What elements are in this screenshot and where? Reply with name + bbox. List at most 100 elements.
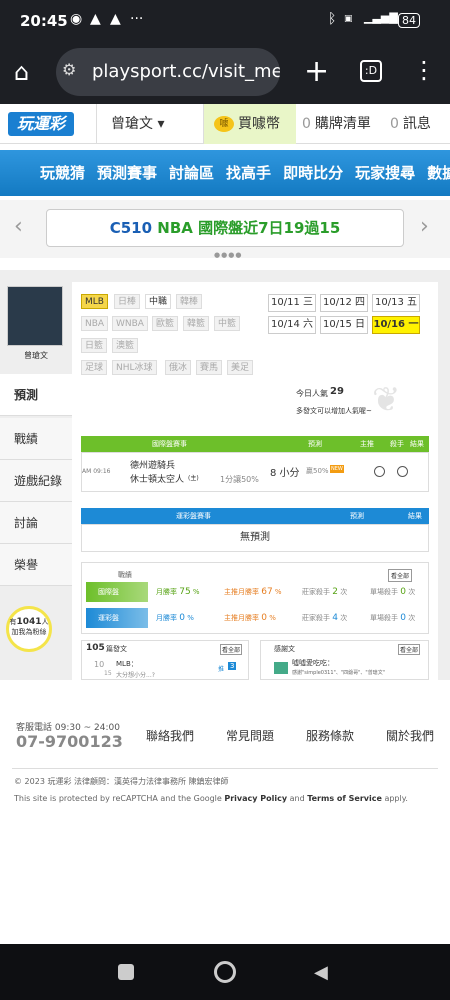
league-tag[interactable]: 日籃 [81, 338, 108, 353]
tw-single-val: 0 [400, 613, 406, 623]
intl-single-label: 單場殺手 [370, 588, 398, 596]
date-tab[interactable]: 10/11 三 [268, 294, 316, 312]
post-num: 10 [94, 660, 105, 669]
slider-dots: ●●●● [214, 251, 243, 259]
tw-record-label: 運彩盤 [98, 614, 119, 622]
menu-icon[interactable]: ⋮ [412, 56, 436, 84]
date-tab[interactable]: 10/15 日 [320, 316, 368, 334]
sidebar-item-discuss[interactable]: 討論 [0, 502, 72, 544]
nav-item[interactable]: 預測賽事 [97, 164, 157, 182]
sidebar-item-honor[interactable]: 榮譽 [0, 544, 72, 586]
intl-main-val: 67 [261, 587, 273, 597]
posts-label: 篇發文 [106, 645, 127, 653]
recaptcha-and: and [287, 794, 308, 803]
thanks-text: 感謝"simple0311"、"四爺哥"、"曾瑲文" [292, 670, 386, 676]
post-tag: 推 [218, 666, 225, 673]
post-like-count: 3 [228, 662, 237, 670]
terms-link[interactable]: Terms of Service [307, 794, 382, 803]
main-pick-radio[interactable] [374, 466, 385, 477]
nav-item[interactable]: 找高手 [226, 164, 271, 182]
browser-toolbar: ⌂ playsport.cc/visit_mer ⚙ + :D ⋮ [0, 44, 450, 104]
league-tag[interactable]: 中職 [145, 294, 172, 309]
thanks-title: 噓噓愛吃吃： [292, 659, 334, 667]
date-tab[interactable]: 10/12 四 [320, 294, 368, 312]
date-tab-selected[interactable]: 10/16 一 [372, 316, 420, 334]
league-tag[interactable]: 賽馬 [196, 360, 223, 375]
post-date: 15 [104, 670, 112, 677]
visit-count: 29 [330, 386, 344, 397]
intl-kill-val: 2 [332, 587, 338, 597]
sidebar-item-record[interactable]: 戰績 [0, 418, 72, 460]
league-tag[interactable]: WNBA [112, 316, 148, 331]
posts-view-all[interactable]: 看全部 [220, 644, 243, 655]
tw-main-label: 主推月勝率 [224, 614, 259, 622]
league-tag[interactable]: 歐籃 [152, 316, 179, 331]
tab-switcher-button[interactable]: :D [360, 60, 382, 82]
promo-slider: ‹ C510 NBA 國際盤近7日19過15 › ●●●● [0, 200, 450, 259]
fan-bulb[interactable]: 有1041人 加我為粉絲 [6, 606, 52, 652]
messages-link[interactable]: 0 訊息 [390, 104, 431, 144]
cart-label: 購牌清單 [314, 116, 371, 132]
messenger-icon: ◉ [70, 11, 83, 27]
league-tag[interactable]: 日棒 [114, 294, 141, 309]
league-tag[interactable]: 美足 [227, 360, 254, 375]
spread: 1分讓50% [220, 475, 259, 484]
post-sub[interactable]: 大分想小分...? [116, 670, 155, 679]
chevron-right-icon[interactable]: › [420, 214, 429, 239]
tw-kill-label: 莊家殺手 [302, 614, 330, 622]
coin-icon: 噱 [214, 116, 234, 132]
sidebar-item-predict[interactable]: 預測 [0, 374, 72, 416]
nav-item[interactable]: 玩競猜 [40, 164, 85, 182]
league-tag[interactable]: 澳籃 [112, 338, 139, 353]
thanks-view-all[interactable]: 看全部 [398, 644, 421, 655]
sidebar-item-games[interactable]: 遊戲紀錄 [0, 460, 72, 502]
cart-link[interactable]: 0 購牌清單 [302, 104, 371, 144]
league-tag[interactable]: MLB [81, 294, 108, 309]
league-tag[interactable]: NHL冰球 [112, 360, 157, 375]
visit-label: 今日人氣 [296, 389, 328, 398]
post-title[interactable]: MLB： [116, 659, 138, 669]
team-away: 德州遊騎兵 [130, 461, 176, 471]
date-tab[interactable]: 10/13 五 [372, 294, 420, 312]
promo-banner[interactable]: C510 NBA 國際盤近7日19過15 [46, 209, 404, 247]
record-view-all[interactable]: 看全部 [388, 569, 413, 582]
nav-item[interactable]: 即時比分 [283, 164, 343, 182]
recaptcha-pre: This site is protected by reCAPTCHA and … [14, 794, 225, 803]
footer-link-about[interactable]: 關於我們 [386, 727, 434, 744]
back-icon[interactable]: ◀ [314, 962, 328, 983]
home-icon[interactable]: ⌂ [14, 58, 44, 88]
league-tag[interactable]: 韓籃 [183, 316, 210, 331]
no-prediction: 無預測 [81, 524, 429, 552]
site-logo[interactable]: 玩運彩 [8, 112, 74, 136]
footer-link-terms[interactable]: 服務條款 [306, 727, 354, 744]
nav-item[interactable]: 玩家搜尋 [355, 164, 415, 182]
avatar-name: 曾瑲文 [24, 351, 48, 360]
recents-icon[interactable] [118, 964, 134, 980]
intl-record-label: 國際盤 [98, 588, 119, 596]
tw-single-rate: 單場殺手 0 次 [370, 613, 415, 623]
intl-kill-label: 莊家殺手 [302, 588, 330, 596]
footer-link-faq[interactable]: 常見問題 [226, 727, 274, 744]
footer-link-contact[interactable]: 聯絡我們 [146, 727, 194, 744]
league-tag[interactable]: 韓棒 [176, 294, 203, 309]
url-bar[interactable]: playsport.cc/visit_mer [56, 48, 280, 96]
chevron-left-icon[interactable]: ‹ [14, 214, 23, 239]
fan-count: 1041 [16, 617, 42, 627]
copyright: © 2023 玩運彩 法律顧問：漢英得力法律事務所 陳鎮宏律師 [14, 777, 229, 786]
kill-pick-radio[interactable] [397, 466, 408, 477]
date-tab[interactable]: 10/14 六 [268, 316, 316, 334]
nav-item[interactable]: 討論區 [169, 164, 214, 182]
site-settings-icon[interactable]: ⚙ [62, 60, 76, 79]
new-tab-icon[interactable]: + [304, 54, 329, 89]
league-tag[interactable]: 俄冰 [165, 360, 192, 375]
phone-number[interactable]: 07-9700123 [16, 732, 123, 751]
league-tag[interactable]: 足球 [81, 360, 108, 375]
user-menu[interactable]: 曾瑲文 ▾ [96, 104, 204, 144]
privacy-link[interactable]: Privacy Policy [224, 794, 287, 803]
home-nav-icon[interactable] [214, 961, 236, 983]
league-tag[interactable]: 中籃 [214, 316, 241, 331]
buy-coin-button[interactable]: 噱買噱幣 [204, 104, 296, 144]
league-tag[interactable]: NBA [81, 316, 109, 331]
game-time: AM 09:16 [82, 468, 111, 475]
nav-item[interactable]: 數據 [427, 164, 450, 182]
